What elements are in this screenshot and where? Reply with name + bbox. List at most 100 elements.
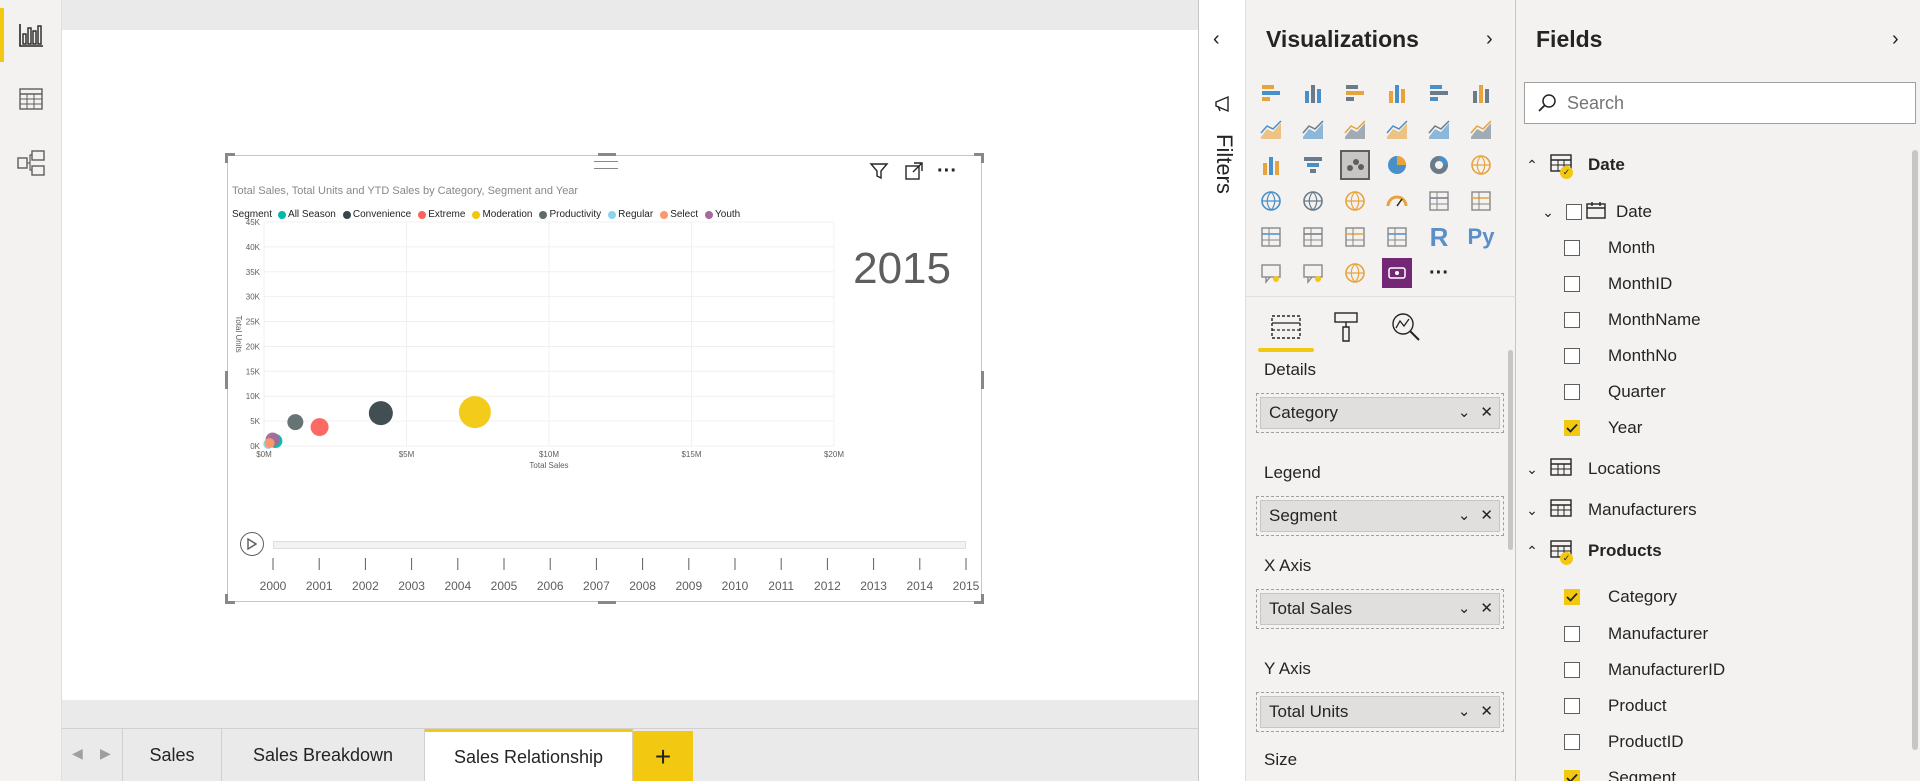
play-axis-year[interactable]: 2011 [768,579,794,593]
field-table-date[interactable]: ⌃ ✓ Date [1522,150,1625,180]
scatter-point[interactable] [264,438,275,449]
waterfall-icon[interactable] [1256,150,1286,180]
legend-field-chip[interactable]: Segment ⌄ ✕ [1260,500,1500,532]
close-icon[interactable]: ✕ [1480,506,1493,524]
field-checkbox[interactable] [1564,276,1580,292]
data-view-button[interactable] [0,68,62,130]
page-tab-sales-relationship[interactable]: Sales Relationship [425,729,633,781]
expand-filters-icon[interactable]: ‹ [1213,28,1220,51]
scatter-point[interactable] [287,414,304,431]
more-visuals-icon[interactable]: ··· [1424,258,1454,288]
field-checkbox[interactable] [1564,662,1580,678]
chevron-down-icon[interactable]: ⌄ [1458,702,1471,720]
multi-row-card-icon[interactable] [1466,186,1496,216]
chevron-down-icon[interactable]: ⌄ [1522,461,1542,478]
scatter-point[interactable] [310,418,329,437]
play-axis-year[interactable]: 2006 [537,579,564,593]
field-checkbox[interactable] [1564,626,1580,642]
scatter-point[interactable] [368,401,393,426]
field-item[interactable]: ManufacturerID [1564,655,1725,685]
y-axis-field-chip[interactable]: Total Units ⌄ ✕ [1260,696,1500,728]
field-checkbox[interactable] [1564,589,1580,605]
kpi-icon[interactable] [1256,222,1286,252]
scatter-point[interactable] [458,396,491,429]
chevron-down-icon[interactable]: ⌄ [1458,506,1471,524]
pie-chart-icon[interactable] [1382,150,1412,180]
report-page[interactable]: ··· Total Sales, Total Units and YTD Sal… [62,30,1198,700]
field-item[interactable]: Category [1564,582,1677,612]
clustered-bar-icon[interactable] [1340,78,1370,108]
arcgis-icon[interactable] [1340,258,1370,288]
table-icon[interactable] [1340,222,1370,252]
field-checkbox[interactable] [1564,240,1580,256]
play-axis-year[interactable]: 2005 [491,579,518,593]
stacked-area-icon[interactable] [1340,114,1370,144]
play-axis-year[interactable]: 2014 [906,579,933,593]
field-item[interactable]: Month [1564,233,1655,263]
play-axis-year[interactable]: 2009 [675,579,702,593]
visualizations-scrollbar[interactable] [1508,350,1513,550]
play-axis-year[interactable]: 2000 [260,579,287,593]
stacked-bar-icon[interactable] [1256,78,1286,108]
card-icon[interactable] [1424,186,1454,216]
shape-map-icon[interactable] [1340,186,1370,216]
ribbon-chart-icon[interactable] [1466,114,1496,144]
y-axis-well[interactable]: Total Units ⌄ ✕ [1256,692,1504,732]
field-item[interactable]: Product [1564,691,1667,721]
python-visual-icon[interactable]: Py [1466,222,1496,252]
field-item[interactable]: Quarter [1564,377,1666,407]
play-axis-year[interactable]: 2013 [860,579,887,593]
format-tab[interactable] [1324,307,1368,347]
play-axis-year[interactable]: 2001 [306,579,333,593]
matrix-icon[interactable] [1382,222,1412,252]
fields-well-tab[interactable] [1258,307,1314,352]
date-hierarchy-row[interactable]: ⌄ Date [1538,197,1652,227]
donut-chart-icon[interactable] [1424,150,1454,180]
details-field-chip[interactable]: Category ⌄ ✕ [1260,397,1500,429]
chevron-up-icon[interactable]: ⌃ [1522,543,1542,560]
field-item[interactable]: Year [1564,413,1642,443]
filters-pane-collapsed[interactable]: ‹ Filters [1198,0,1246,781]
chevron-down-icon[interactable]: ⌄ [1458,599,1471,617]
line-chart-icon[interactable] [1256,114,1286,144]
funnel-icon[interactable] [1298,150,1328,180]
play-axis-slider[interactable] [273,541,966,549]
clustered-column-icon[interactable] [1382,78,1412,108]
slicer-icon[interactable] [1298,222,1328,252]
r-visual-icon[interactable]: R [1424,222,1454,252]
chevron-down-icon[interactable]: ⌄ [1538,204,1558,221]
field-item[interactable]: MonthID [1564,269,1672,299]
play-axis-year[interactable]: 2008 [629,579,656,593]
field-checkbox[interactable] [1564,348,1580,364]
play-axis-year[interactable]: 2012 [814,579,841,593]
key-influencers-icon[interactable] [1256,258,1286,288]
page-tab-sales[interactable]: Sales [122,729,222,781]
chevron-up-icon[interactable]: ⌃ [1522,157,1542,174]
play-axis-year[interactable]: 2002 [352,579,379,593]
chevron-down-icon[interactable]: ⌄ [1522,502,1542,519]
play-axis-year[interactable]: 2010 [722,579,749,593]
field-item[interactable]: ProductID [1564,727,1684,757]
close-icon[interactable]: ✕ [1480,702,1493,720]
play-axis-year[interactable]: 2007 [583,579,610,593]
play-axis-year[interactable]: 2003 [398,579,425,593]
resize-handle[interactable] [598,601,616,604]
scatter-icon[interactable] [1340,150,1370,180]
play-button[interactable] [240,532,264,556]
stacked-column-icon[interactable] [1298,78,1328,108]
model-view-button[interactable] [0,132,62,194]
next-page-icon[interactable]: ▶ [100,745,111,762]
field-checkbox[interactable] [1564,312,1580,328]
field-table-locations[interactable]: ⌄ Locations [1522,454,1661,484]
custom-visual-icon[interactable] [1382,258,1412,288]
scatter-chart-visual[interactable]: ··· Total Sales, Total Units and YTD Sal… [225,153,984,604]
collapse-fields-icon[interactable]: › [1892,28,1899,51]
field-item[interactable]: Manufacturer [1564,619,1708,649]
page-tab-sales-breakdown[interactable]: Sales Breakdown [222,729,425,781]
field-table-products[interactable]: ⌃ ✓ Products [1522,536,1662,566]
field-checkbox[interactable] [1566,204,1582,220]
previous-page-icon[interactable]: ◀ [72,745,83,762]
field-item[interactable]: Segment [1564,763,1676,781]
play-axis-year[interactable]: 2015 [953,579,980,593]
line-clustered-column-icon[interactable] [1424,114,1454,144]
